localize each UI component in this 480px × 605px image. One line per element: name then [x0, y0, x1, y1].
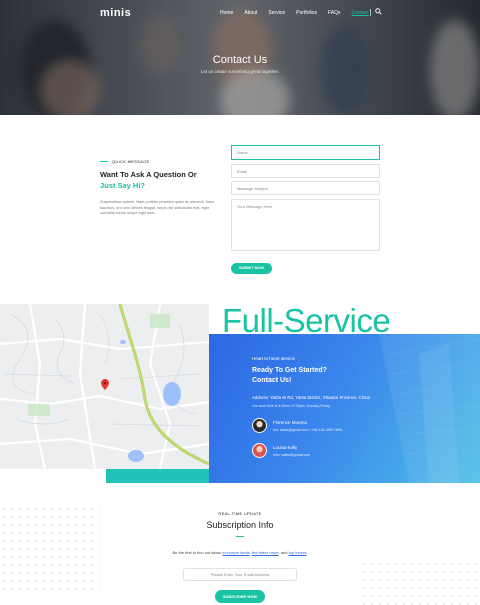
top-trends-link[interactable]: top trends	[289, 550, 307, 555]
service-panel	[209, 334, 480, 483]
nav-item-portfolios[interactable]: Portfolios	[296, 10, 317, 16]
subscribe-title: Subscription Info	[206, 520, 274, 530]
logo[interactable]: minis	[100, 7, 131, 19]
submit-button[interactable]: SUBMIT NOW	[231, 263, 272, 274]
accent-line	[236, 536, 244, 537]
accent-line	[100, 161, 108, 162]
nav-divider	[370, 9, 371, 16]
search-icon[interactable]	[375, 8, 382, 15]
service-heading-line2: Contact Us!	[252, 377, 292, 384]
person-name: Florence Moreno	[273, 420, 308, 425]
teal-accent-bar	[106, 469, 209, 483]
top-nav: minis Home About Service Portfolios FAQs…	[0, 0, 480, 24]
contact-heading: Want To Ask A Question Or	[100, 170, 197, 179]
avatar	[252, 443, 267, 458]
service-title: Full-Service	[222, 302, 391, 339]
contact-heading-accent: Just Say Hi?	[100, 181, 146, 190]
service-tag: Heart to heart service	[252, 356, 296, 361]
dot-pattern	[360, 560, 480, 605]
quick-message-label: QUICK MESSAGE	[112, 159, 150, 164]
service-hours: Our work time is 8:30am-17:30pm, Monday-…	[252, 404, 331, 408]
subscribe-tag: REAL-TIME UPDATE	[218, 511, 262, 516]
person-name: Louisa Kelly	[273, 445, 298, 450]
map-pin-icon[interactable]	[101, 379, 109, 390]
subject-field[interactable]: Message Subject	[231, 181, 380, 195]
latest-news-link[interactable]: the latest news	[252, 550, 279, 555]
building-pattern	[379, 334, 480, 483]
subscribe-text-and: and	[280, 550, 288, 555]
contact-paragraph: Suspendisse potenti. Nam porttitor phare…	[100, 200, 214, 215]
message-field[interactable]: Your Message Here	[231, 199, 380, 251]
person-contact: ellor: sales@gmail.com	[273, 453, 311, 457]
nav-item-home[interactable]: Home	[220, 10, 233, 16]
subscribe-email-input[interactable]: Please Enter Your Email Address	[183, 568, 297, 581]
exclusive-deals-link[interactable]: exclusive deals	[223, 550, 250, 555]
service-heading: Ready To Get Started? Contact Us!	[252, 366, 327, 386]
map[interactable]	[0, 304, 209, 469]
service-heading-line1: Ready To Get Started?	[252, 367, 327, 374]
nav-item-contact[interactable]: Contact	[351, 10, 368, 16]
avatar	[252, 418, 267, 433]
service-address: Address: Yanta W Rd, Yanta District, Sha…	[252, 395, 370, 400]
subscribe-button[interactable]: SUBSCRIBE NOW	[215, 590, 265, 603]
nav-item-faqs[interactable]: FAQs	[328, 10, 341, 16]
subscribe-text: Be the first to find out about exclusive…	[172, 550, 308, 555]
email-field[interactable]: Email	[231, 164, 380, 178]
page-title: Contact Us	[212, 54, 268, 66]
nav-item-about[interactable]: About	[244, 10, 257, 16]
subscribe-text-prefix: Be the first to find out about	[172, 550, 222, 555]
person-contact: em: sales@gmail.com / +86-115-4867-4891	[273, 428, 343, 432]
name-field[interactable]: Name	[231, 145, 380, 160]
quick-message-tag: QUICK MESSAGE	[100, 159, 149, 164]
nav-menu: Home About Service Portfolios FAQs Conta…	[220, 10, 380, 16]
nav-item-service[interactable]: Service	[268, 10, 285, 16]
page-subtitle: Let us create something great together.	[200, 69, 280, 74]
